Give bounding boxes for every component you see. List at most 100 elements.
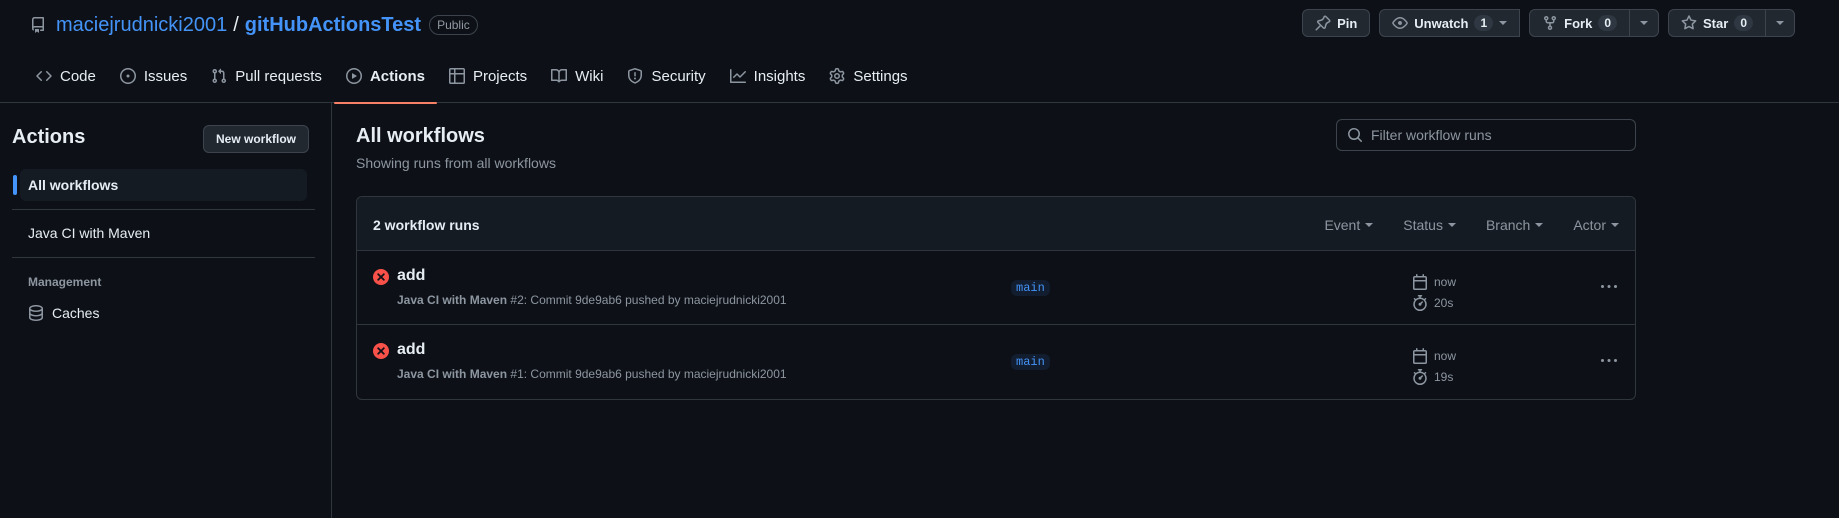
issue-opened-icon — [119, 68, 136, 84]
failure-x-icon — [373, 343, 389, 359]
branch-badge[interactable]: main — [1011, 280, 1050, 296]
pin-icon — [1315, 15, 1331, 31]
repo-icon — [30, 17, 46, 33]
actor-filter-menu[interactable]: Actor — [1573, 217, 1619, 233]
run-number: #2 — [510, 293, 524, 307]
fork-counter: 0 — [1598, 15, 1618, 31]
tab-settings[interactable]: Settings — [817, 60, 919, 103]
branch-filter-menu[interactable]: Branch — [1485, 217, 1544, 233]
sidebar-heading-management: Management — [28, 275, 102, 289]
workflow-runs-box: 2 workflow runs Event Status Branch Acto… — [356, 196, 1636, 400]
eye-icon — [1392, 15, 1409, 31]
filter-workflow-runs-input[interactable] — [1371, 127, 1621, 143]
tab-wiki[interactable]: Wiki — [539, 60, 615, 103]
repo-forked-icon — [1542, 15, 1558, 31]
run-options-button[interactable] — [1597, 353, 1621, 369]
branch-badge[interactable]: main — [1011, 354, 1050, 370]
star-counter: 0 — [1734, 15, 1753, 31]
star-dropdown-button[interactable] — [1766, 9, 1795, 37]
run-date-line: now — [1412, 345, 1456, 366]
tab-label: Pull requests — [235, 68, 322, 85]
filter-workflow-runs-field[interactable] — [1336, 119, 1636, 151]
tab-insights[interactable]: Insights — [718, 60, 818, 103]
fork-label: Fork — [1564, 15, 1593, 31]
workflow-run-row: add Java CI with Maven #1: Commit 9de9ab… — [357, 325, 1635, 399]
run-date: now — [1434, 274, 1457, 289]
sidebar-item-label: All workflows — [28, 177, 119, 193]
tab-security[interactable]: Security — [615, 60, 717, 103]
tab-code[interactable]: Code — [24, 60, 108, 103]
git-pull-request-icon — [211, 68, 227, 84]
sidebar-item-label: Java CI with Maven — [28, 225, 151, 241]
caret-down-icon — [1447, 223, 1456, 227]
calendar-icon — [1412, 273, 1428, 290]
tab-pull-requests[interactable]: Pull requests — [199, 60, 334, 103]
repo-title: maciejrudnicki2001 / gitHubActionsTest P… — [30, 13, 478, 37]
failure-x-icon — [373, 269, 389, 285]
branch-filter-label: Branch — [1485, 217, 1531, 233]
caret-down-icon — [1611, 223, 1619, 227]
workflow-runs-filters: Event Status Branch Actor — [1324, 217, 1619, 233]
run-time: now 20s — [1412, 271, 1456, 313]
run-duration-line: 20s — [1412, 292, 1456, 313]
sidebar-item-java-ci-with-maven[interactable]: Java CI with Maven — [20, 217, 307, 249]
run-detail: : Commit 9de9ab6 pushed by maciejrudnick… — [523, 367, 787, 381]
stopwatch-icon — [1412, 294, 1428, 311]
run-title-link[interactable]: add — [397, 341, 425, 359]
sidebar-item-all-workflows[interactable]: All workflows — [13, 169, 307, 201]
run-workflow-name: Java CI with Maven — [397, 293, 508, 307]
caret-down-icon — [1535, 223, 1544, 227]
status-filter-menu[interactable]: Status — [1403, 217, 1456, 233]
sidebar-item-label: Caches — [52, 305, 100, 321]
tab-label: Insights — [753, 68, 806, 85]
pin-button[interactable]: Pin — [1302, 9, 1371, 37]
caret-down-icon — [1365, 223, 1374, 227]
unwatch-label: Unwatch — [1414, 15, 1469, 31]
star-label: Star — [1703, 15, 1729, 31]
run-duration: 20s — [1434, 295, 1454, 310]
unwatch-button[interactable]: Unwatch 1 — [1379, 9, 1521, 37]
tab-label: Code — [60, 68, 96, 85]
tab-projects[interactable]: Projects — [437, 60, 539, 103]
tab-actions[interactable]: Actions — [333, 60, 437, 104]
run-workflow-name: Java CI with Maven — [397, 367, 508, 381]
tab-label: Security — [651, 68, 706, 85]
path-separator: / — [233, 13, 239, 36]
stopwatch-icon — [1412, 368, 1428, 385]
calendar-icon — [1412, 347, 1428, 364]
caret-down-icon — [1640, 21, 1649, 25]
sidebar-item-caches[interactable]: Caches — [20, 297, 307, 329]
event-filter-label: Event — [1324, 217, 1361, 233]
tab-label: Issues — [143, 68, 188, 85]
new-workflow-button[interactable]: New workflow — [203, 125, 310, 153]
run-detail: : Commit 9de9ab6 pushed by maciejrudnick… — [523, 293, 787, 307]
sidebar-title: Actions — [12, 126, 86, 148]
run-number: #1 — [510, 367, 524, 381]
database-icon — [28, 305, 44, 321]
watch-counter: 1 — [1474, 15, 1494, 31]
tab-issues[interactable]: Issues — [108, 60, 199, 103]
table-icon — [448, 68, 465, 84]
sidebar-divider — [12, 209, 315, 210]
run-time: now 19s — [1412, 345, 1456, 387]
event-filter-menu[interactable]: Event — [1324, 217, 1374, 233]
star-button[interactable]: Star 0 — [1668, 9, 1766, 37]
fork-button[interactable]: Fork 0 — [1529, 9, 1631, 37]
tab-label: Settings — [853, 68, 908, 85]
fork-dropdown-button[interactable] — [1630, 9, 1660, 37]
run-duration: 19s — [1434, 369, 1454, 384]
owner-link[interactable]: maciejrudnicki2001 — [56, 14, 227, 37]
run-title-link[interactable]: add — [397, 267, 425, 285]
visibility-badge: Public — [429, 15, 478, 35]
kebab-horizontal-icon — [1601, 279, 1617, 295]
run-date-line: now — [1412, 271, 1456, 292]
run-options-button[interactable] — [1597, 279, 1621, 295]
run-meta: Java CI with Maven #1: Commit 9de9ab6 pu… — [397, 367, 787, 381]
tab-label: Actions — [369, 68, 425, 85]
workflow-runs-count: 2 workflow runs — [373, 217, 480, 233]
status-filter-label: Status — [1403, 217, 1443, 233]
run-date: now — [1434, 348, 1457, 363]
actor-filter-label: Actor — [1573, 217, 1606, 233]
actions-sidebar: Actions New workflow All workflows Java … — [0, 103, 332, 518]
repo-name-link[interactable]: gitHubActionsTest — [245, 14, 421, 37]
